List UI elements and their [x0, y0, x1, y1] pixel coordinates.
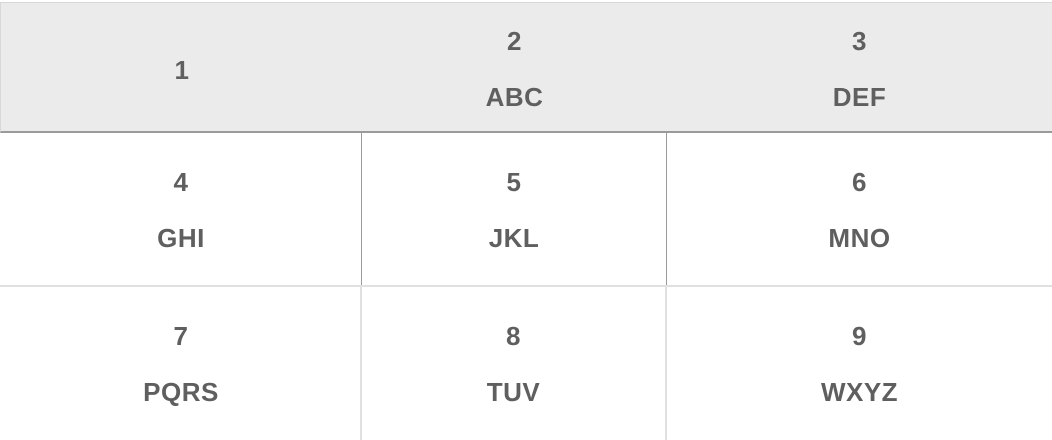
keypad-row-1: 1 2 ABC 3 DEF: [0, 2, 1052, 133]
key-9[interactable]: 9 WXYZ: [667, 287, 1052, 440]
key-digit: 8: [506, 321, 521, 351]
key-8[interactable]: 8 TUV: [362, 287, 667, 440]
key-4[interactable]: 4 GHI: [0, 133, 362, 285]
keypad-row-2: 4 GHI 5 JKL 6 MNO: [0, 133, 1052, 287]
key-7[interactable]: 7 PQRS: [0, 287, 362, 440]
key-letters: MNO: [828, 223, 891, 253]
key-1[interactable]: 1: [1, 3, 362, 131]
key-6[interactable]: 6 MNO: [667, 133, 1052, 285]
keypad-row-3: 7 PQRS 8 TUV 9 WXYZ: [0, 287, 1052, 440]
key-letters: WXYZ: [820, 377, 899, 407]
key-digit: 2: [507, 26, 522, 56]
dial-keypad: 1 2 ABC 3 DEF 4 GHI 5 JKL 6 MNO 7 PQRS 8…: [0, 0, 1052, 440]
key-digit: 3: [852, 26, 867, 56]
key-letters: GHI: [157, 223, 205, 253]
key-digit: 6: [852, 167, 867, 197]
key-5[interactable]: 5 JKL: [362, 133, 667, 285]
key-letters: ABC: [485, 82, 544, 112]
key-letters: TUV: [486, 377, 541, 407]
key-digit: 4: [173, 167, 189, 197]
key-digit: 1: [174, 55, 190, 85]
key-digit: 5: [506, 167, 522, 197]
key-letters: JKL: [488, 223, 540, 253]
key-digit: 9: [852, 321, 867, 351]
key-letters: DEF: [832, 82, 887, 112]
key-letters: PQRS: [143, 377, 219, 407]
key-2[interactable]: 2 ABC: [362, 3, 667, 131]
key-digit: 7: [173, 321, 189, 351]
key-3[interactable]: 3 DEF: [667, 3, 1052, 131]
